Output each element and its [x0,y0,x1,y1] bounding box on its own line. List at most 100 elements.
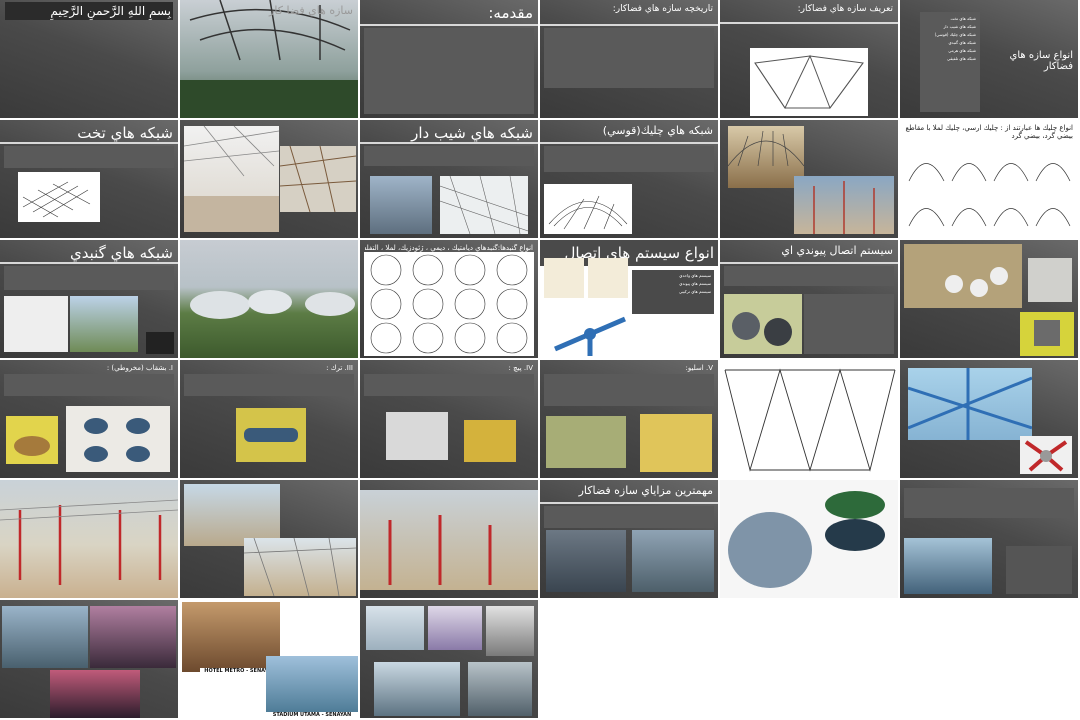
title-separator [540,502,718,504]
slide-11[interactable] [720,120,898,238]
body-text-block [544,146,714,172]
slide-2[interactable]: سازه هاي فضا كار [180,0,358,118]
slide-title: شبكه هاي شيب دار [411,124,533,142]
list-item: شبكه هاي تخت [950,16,976,21]
slide-title: سازه هاي فضا كار [269,4,353,17]
slide-14[interactable] [180,240,358,358]
truss-photo [50,670,140,718]
slide-28[interactable]: مهمترين مزاياي سازه فضاكار [540,480,718,598]
cone-icon [14,436,50,456]
slide-21[interactable]: IV. پيچ : [360,360,538,478]
canopy-photo [468,662,532,716]
hall-photo [546,530,626,592]
slide-5[interactable]: تعريف سازه هاي فضاكار: [720,0,898,118]
crane-icon [813,181,875,234]
slide-20[interactable]: III. ترك : [180,360,358,478]
slide-18[interactable] [900,240,1078,358]
arch-icon [728,130,804,167]
title-separator [720,22,898,24]
bolt-caps-photo [66,406,170,472]
slide-title: مهمترين مزاياي سازه فضاكار [578,484,713,497]
title-separator [540,24,718,26]
list-item: سيستم هاي پيوندي [679,281,711,286]
connector-icon [554,316,626,356]
slide-title: شبكه هاي چليك(قوسي) [602,124,713,137]
slide-title: انواع سازه هاي فضاكار [1009,50,1073,72]
truss-diagram [750,48,868,116]
slide-24[interactable] [900,360,1078,478]
title-separator [0,262,178,264]
slide-12[interactable]: انواع چليك ها عبارتند از : چليك ارسي، چل… [900,120,1078,238]
domes-icon [190,290,355,319]
slide-29[interactable] [720,480,898,598]
slide-title: V. اسليو: [685,364,713,372]
title-separator [0,142,178,144]
workshop-photo [904,244,1022,308]
slide-33[interactable] [360,600,538,718]
tube-photo [236,408,306,462]
blue-connector-photo [550,314,630,356]
slide-16[interactable]: انواع سيستم هاي اتصال سيستم هاي واحدي سي… [540,240,718,358]
truss-icon [754,54,864,110]
title-separator [540,142,718,144]
blue-truss-photo [908,368,1032,440]
slide-6[interactable]: شبكه هاي تخت شبكه هاي شيب دار شبكه هاي چ… [900,0,1078,118]
bolts-photo [386,412,448,460]
site-photo [360,490,538,590]
body-text-block [4,146,174,168]
title-separator [720,262,898,264]
slide-title: سيستم اتصال پيوندي اي [781,244,893,257]
slide-23[interactable] [720,360,898,478]
columns-icon [0,499,178,585]
slide-9[interactable]: شبكه هاي شيب دار [360,120,538,238]
dome-photo [428,606,482,650]
slide-title: شبكه هاي تخت [77,124,173,142]
slide-26[interactable] [180,480,358,598]
cone-photo [6,416,58,464]
slide-4[interactable]: تاريخچه سازه هاي فضاكار: [540,0,718,118]
eden-dome-photo [180,0,358,118]
slide-22[interactable]: V. اسليو: [540,360,718,478]
body-text-block [4,374,174,396]
slide-17[interactable]: سيستم اتصال پيوندي اي [720,240,898,358]
slide-32[interactable]: HOTEL METRO - SENAYAN STADIUM UTAMA - SE… [180,600,358,718]
truss-photo [2,606,88,668]
node-closeup [1028,258,1072,302]
slide-title: شبكه هاي گنبدي [70,244,173,262]
tube-icon [244,428,298,442]
slide-7[interactable]: شبكه هاي تخت [0,120,178,238]
truss-photo [366,606,424,650]
erection-photo [244,538,356,596]
barrel-types-diagram [904,146,1074,236]
list-item: سيستم هاي تركيبي [679,289,711,294]
interior-photo [184,126,279,232]
stadium-icon [728,491,885,588]
slide-title: III. ترك : [326,364,353,372]
flat-grid-image [18,172,100,222]
slide-27[interactable] [360,480,538,598]
slide-title: انواع گنبدها:گنبدهاي ديامتيك ، ديمي ، ژئ… [365,244,533,252]
slide-3[interactable]: مقدمه: [360,0,538,118]
slide-title: I. بشقاب (مخروطي) : [106,364,173,372]
ball-node-icon [732,312,792,346]
slide-10[interactable]: شبكه هاي چليك(قوسي) [540,120,718,238]
truss-photo [280,146,356,212]
slide-30[interactable] [900,480,1078,598]
slide-8[interactable] [180,120,358,238]
cube-node-icon [1034,320,1060,346]
slide-13[interactable]: شبكه هاي گنبدي [0,240,178,358]
slide-15[interactable]: انواع گنبدها:گنبدهاي ديامتيك ، ديمي ، ژئ… [360,240,538,358]
sleeves-photo [640,414,712,472]
slide-19[interactable]: I. بشقاب (مخروطي) : [0,360,178,478]
slide-31[interactable] [0,600,178,718]
slide-1[interactable]: بِسمِ اللهِ الرَّحمنِ الرَّحِيمِ [0,0,178,118]
body-text-block [544,28,714,88]
dome-types-diagram [364,252,534,356]
list-item: شبكه هاي تلفيقي [947,56,976,61]
roof-photo [904,538,992,594]
caps-icon [84,418,150,462]
grid-icon [22,181,91,218]
slide-25[interactable] [0,480,178,598]
slide-title: انواع چليك ها عبارتند از : چليك ارسي، چل… [905,124,1073,140]
columns-icon [388,515,492,585]
